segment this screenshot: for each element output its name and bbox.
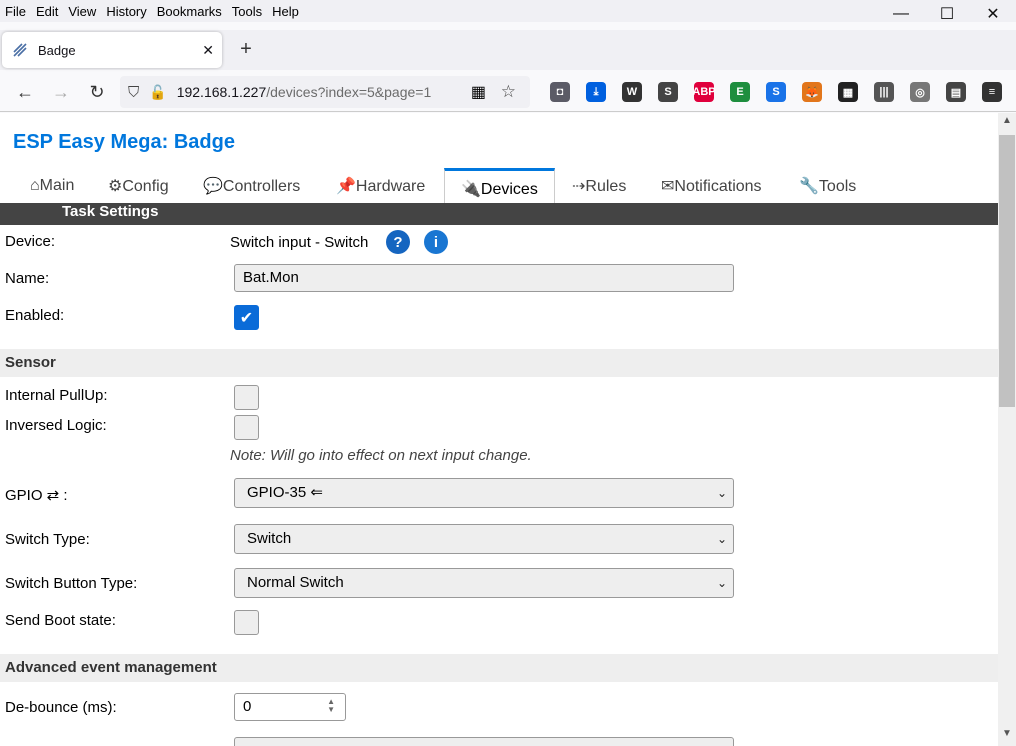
pullup-checkbox[interactable] [234,385,259,410]
menu-history[interactable]: History [102,4,152,19]
pullup-label: Internal PullUp: [5,387,108,404]
page-content: ESP Easy Mega: Badge ⌂Main ⚙Config 💬Cont… [0,113,998,746]
grid-icon[interactable]: ▦ [838,82,858,102]
window-controls: — ☐ ✕ [878,0,1016,28]
section-header: Task Settings [0,203,998,225]
qr-code-icon[interactable]: ▦ [471,82,486,102]
tab-tools[interactable]: 🔧Tools [799,168,856,204]
pocket-icon[interactable]: ◘ [550,82,570,102]
advanced-heading: Advanced event management [0,654,998,682]
page-nav-tabs: ⌂Main ⚙Config 💬Controllers 📌Hardware 🔌De… [0,168,998,206]
evernote-icon[interactable]: E [730,82,750,102]
debounce-input[interactable]: 0 ▲ ▼ [234,693,346,721]
download-icon[interactable]: ⤓ [586,82,606,102]
close-window-button[interactable]: ✕ [970,0,1016,28]
s-extension-icon[interactable]: S [766,82,786,102]
chevron-down-icon: ⌄ [716,486,727,500]
tab-notifications[interactable]: ✉Notifications [661,168,762,204]
chevron-down-icon: ⌄ [716,532,727,546]
minimize-button[interactable]: — [878,0,924,28]
switch-type-label: Switch Type: [5,531,90,548]
info-icon[interactable]: i [424,230,448,254]
tab-main[interactable]: ⌂Main [30,168,74,204]
tab-rules[interactable]: ⇢Rules [572,168,626,204]
tab-devices[interactable]: 🔌Devices [444,168,555,206]
library-icon[interactable]: ||| [874,82,894,102]
tab-strip: Badge ✕ + [0,30,1016,70]
menu-bar: File Edit View History Bookmarks Tools H… [0,0,1016,22]
device-label: Device: [5,233,56,250]
sensor-heading: Sensor [0,349,998,377]
enabled-label: Enabled: [5,307,65,324]
scrollbar-thumb[interactable] [999,135,1015,407]
adblock-icon[interactable]: ABP [692,82,716,102]
menu-bookmarks[interactable]: Bookmarks [153,4,228,19]
scroll-down-icon[interactable]: ▼ [998,728,1016,744]
sync-icon[interactable]: ◎ [910,82,930,102]
url-path: /devices?index=5&page=1 [266,84,432,100]
bookmark-star-icon[interactable]: ☆ [501,82,516,102]
menu-view[interactable]: View [64,4,102,19]
back-icon[interactable]: ← [13,80,37,104]
switch-type-value: Switch [247,530,292,547]
button-type-value: Normal Switch [247,574,344,591]
button-type-select[interactable]: Normal Switch ⌄ [234,568,734,598]
enabled-checkbox[interactable]: ✔ [234,305,259,330]
menu-help[interactable]: Help [268,4,305,19]
menu-edit[interactable]: Edit [32,4,64,19]
menu-tools[interactable]: Tools [228,4,268,19]
scrollbar[interactable]: ▲ ▼ [998,113,1016,746]
menu-file[interactable]: File [0,4,32,19]
next-select-partial[interactable] [234,737,734,746]
maximize-button[interactable]: ☐ [924,0,970,28]
button-type-label: Switch Button Type: [5,575,138,592]
name-input[interactable]: Bat.Mon [234,264,734,292]
tab-title: Badge [38,42,76,58]
inversed-checkbox[interactable] [234,415,259,440]
reader-icon[interactable]: ▤ [946,82,966,102]
tab-favicon-icon [13,43,27,57]
wordpress-icon[interactable]: W [622,82,642,102]
debounce-value: 0 [243,698,252,715]
skype-icon[interactable]: S [658,82,678,102]
gpio-label: GPIO ⇄ : [5,487,68,504]
tab-close-icon[interactable]: ✕ [202,42,214,59]
page-title: ESP Easy Mega: Badge [13,131,235,153]
boot-state-label: Send Boot state: [5,612,116,629]
lock-insecure-icon[interactable]: 🔓 [149,84,166,101]
url-bar[interactable]: ⛉ 🔓 192.168.1.227/devices?index=5&page=1… [120,76,530,108]
url-host: 192.168.1.227 [176,84,267,100]
name-label: Name: [5,270,50,287]
metamask-icon[interactable]: 🦊 [802,82,822,102]
nav-bar: ← → ↻ ⛉ 🔓 192.168.1.227/devices?index=5&… [0,72,1016,112]
browser-tab[interactable]: Badge ✕ [2,32,222,68]
help-question-icon[interactable]: ? [386,230,410,254]
tab-config[interactable]: ⚙Config [108,168,169,204]
gpio-select[interactable]: GPIO-35 ⇐ ⌄ [234,478,734,508]
scroll-up-icon[interactable]: ▲ [998,115,1016,131]
note-text: Note: Will go into effect on next input … [230,447,532,464]
new-tab-button[interactable]: + [234,38,258,61]
boot-state-checkbox[interactable] [234,610,259,635]
shield-icon[interactable]: ⛉ [128,84,139,101]
tab-hardware[interactable]: 📌Hardware [336,168,425,204]
reload-icon[interactable]: ↻ [85,80,109,104]
switch-type-select[interactable]: Switch ⌄ [234,524,734,554]
tab-controllers[interactable]: 💬Controllers [203,168,300,204]
spinner-icon[interactable]: ▲ ▼ [327,698,335,714]
debounce-label: De-bounce (ms): [5,699,117,716]
inversed-label: Inversed Logic: [5,417,107,434]
menu-icon[interactable]: ≡ [982,82,1002,102]
device-value: Switch input - Switch [230,234,369,251]
gpio-select-value: GPIO-35 ⇐ [247,484,323,501]
chevron-down-icon: ⌄ [716,576,727,590]
forward-icon[interactable]: → [49,80,73,104]
